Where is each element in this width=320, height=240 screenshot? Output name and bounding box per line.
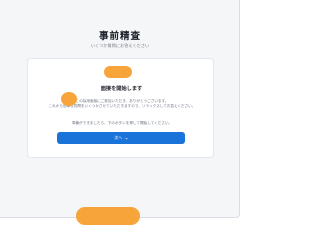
redaction-mark (104, 66, 132, 78)
redaction-mark (76, 207, 140, 225)
card-heading: 面接を開始します (100, 86, 143, 92)
next-button-label: 次へ (114, 135, 123, 140)
redaction-mark (61, 92, 77, 106)
app-frame: 事前精査 いくつか質問にお答えください 面接を開始します この採用面接にご参加い… (0, 0, 240, 218)
arrow-right-icon: → (124, 135, 128, 141)
page-subtitle: いくつか質問にお答えください (90, 43, 150, 48)
ready-note: 準備ができましたら、下のボタンを押して開始してください。 (71, 121, 173, 125)
page-title: 事前精査 (98, 31, 141, 42)
next-button[interactable]: 次へ → (57, 132, 185, 144)
